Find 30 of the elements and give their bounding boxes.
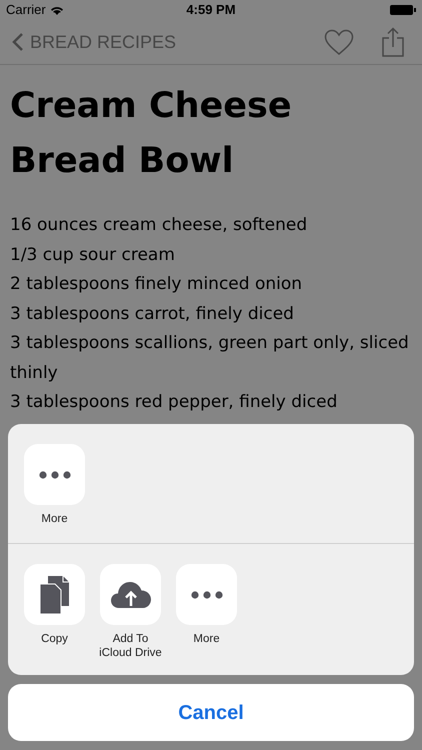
more-action-button[interactable] <box>176 564 237 625</box>
wifi-icon <box>50 5 64 15</box>
cancel-button[interactable]: Cancel <box>8 684 414 741</box>
time-label: 4:59 PM <box>186 1 236 20</box>
more-icon <box>190 590 222 598</box>
cloud-upload-icon <box>110 582 150 608</box>
copy-action-button[interactable] <box>24 564 85 625</box>
ingredient-line: 3 tablespoons scallions, green part only, sliced thinly <box>10 332 410 384</box>
more-action-button[interactable] <box>24 444 85 505</box>
chevron-left-icon <box>12 32 24 52</box>
action-label: Add To <box>112 632 148 646</box>
action-label: More <box>193 632 220 646</box>
action-label: More <box>41 512 68 526</box>
ingredient-line: 16 ounces cream cheese, softened <box>10 214 308 237</box>
icloud-action-button[interactable] <box>100 564 161 625</box>
ingredient-line: 3 tablespoons carrot, finely diced <box>10 302 295 326</box>
action-label: Copy <box>41 632 68 646</box>
ingredient-line: 2 tablespoons finely minced onion <box>10 273 304 296</box>
documents-icon <box>40 576 70 614</box>
back-label: BREAD RECIPES <box>30 30 176 54</box>
back-button[interactable]: BREAD RECIPES <box>12 28 176 56</box>
share-icon[interactable] <box>382 27 404 57</box>
action-label: iCloud Drive <box>99 646 162 660</box>
ingredient-line: 3 tablespoons red pepper, finely diced <box>10 391 338 414</box>
more-icon <box>38 470 70 478</box>
heart-icon[interactable] <box>324 28 354 56</box>
ingredient-line: 1/3 cup sour cream <box>10 244 176 266</box>
carrier-label: Carrier <box>6 1 46 20</box>
battery-icon <box>390 5 416 15</box>
recipe-title: Cream Cheese Bread Bowl <box>10 85 293 183</box>
